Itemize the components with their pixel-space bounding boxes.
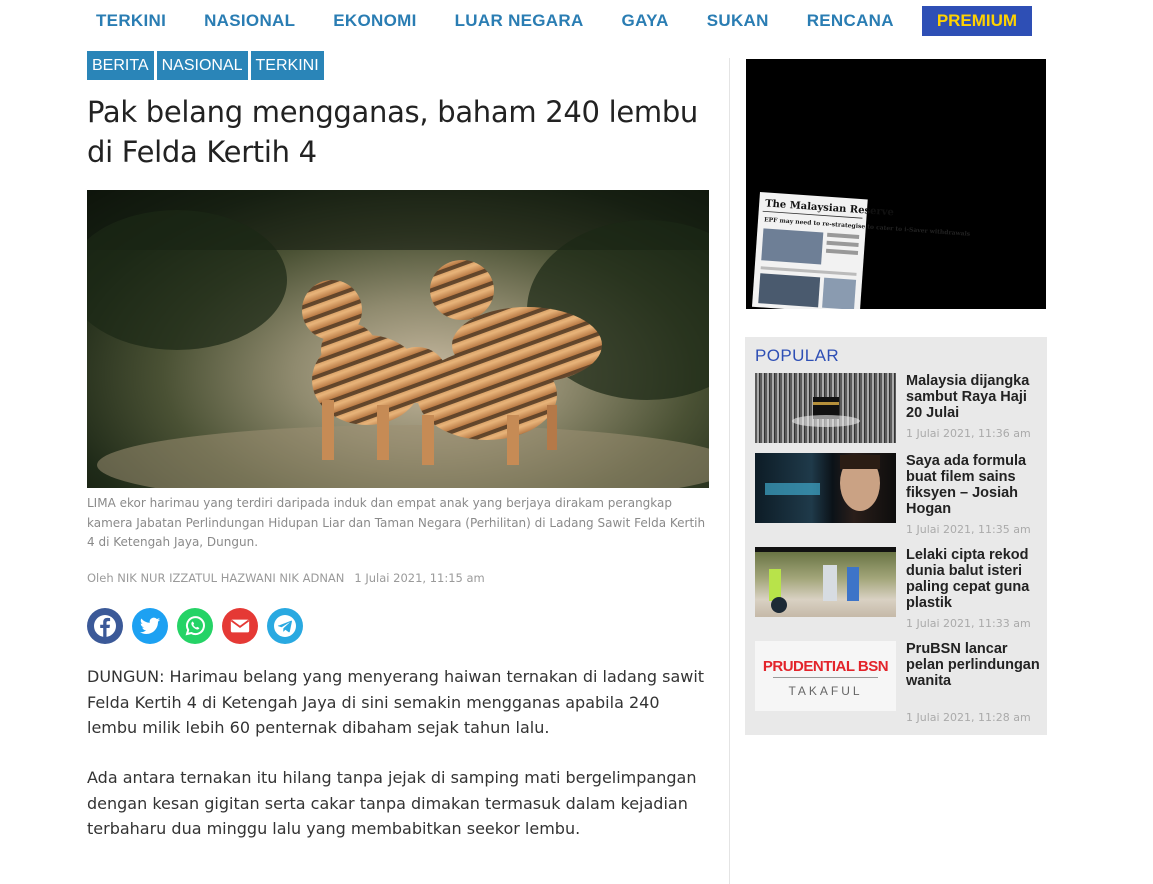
category-tags: BERITA NASIONAL TERKINI [87,51,327,80]
nav-item-nasional[interactable]: NASIONAL [204,11,295,31]
author-name: Oleh NIK NUR IZZATUL HAZWANI NIK ADNAN [87,571,345,585]
tag-terkini[interactable]: TERKINI [250,51,324,80]
publish-date: 1 Julai 2021, 11:15 am [354,571,485,585]
kaaba-image [792,397,860,427]
facebook-icon [94,615,116,637]
nav-item-gaya[interactable]: GAYA [622,11,669,31]
photo-caption: LIMA ekor harimau yang terdiri daripada … [87,496,706,549]
prudential-logo-text: PRUDENTIAL BSN [762,658,889,675]
nav-item-ekonomi[interactable]: EKONOMI [333,11,416,31]
twitter-icon [139,617,161,634]
article-byline: Oleh NIK NUR IZZATUL HAZWANI NIK ADNAN 1… [87,571,485,585]
takaful-logo-text: TAKAFUL [788,684,863,698]
popular-item-title: PruBSN lancar pelan perlindungan wanita [906,641,1040,689]
share-facebook-button[interactable] [87,608,123,644]
popular-item[interactable]: Saya ada formula buat filem sains fiksye… [755,453,1040,536]
popular-item-time: 1 Julai 2021, 11:28 am [906,711,1031,724]
popular-heading: POPULAR [755,346,840,365]
popular-item[interactable]: Lelaki cipta rekod dunia balut isteri pa… [755,547,1040,630]
popular-item-time: 1 Julai 2021, 11:33 am [906,617,1031,630]
share-buttons [87,608,303,644]
popular-item[interactable]: PRUDENTIAL BSN TAKAFUL PruBSN lancar pel… [755,641,1040,724]
popular-thumbnail [755,373,896,443]
popular-item-title: Malaysia dijangka sambut Raya Haji 20 Ju… [906,373,1030,421]
column-divider [729,58,730,884]
main-nav: TERKINI NASIONAL EKONOMI LUAR NEGARA GAY… [78,6,1033,36]
tag-nasional[interactable]: NASIONAL [156,51,248,80]
newspaper-ad-graphic: The Malaysian Reserve EPF may need to re… [751,192,971,309]
nav-item-sukan[interactable]: SUKAN [707,11,769,31]
article-photo [87,190,709,488]
popular-thumbnail [755,453,896,523]
nav-item-terkini[interactable]: TERKINI [96,11,166,31]
popular-item-title: Saya ada formula buat filem sains fiksye… [906,453,1027,517]
tigers-illustration [87,190,709,488]
popular-thumbnail [755,547,896,617]
advertisement-banner[interactable]: The Malaysian Reserve EPF may need to re… [746,59,1046,309]
world-record-image [755,547,896,613]
whatsapp-icon [185,616,205,636]
email-icon [230,619,250,633]
logo-divider [773,677,878,678]
share-whatsapp-button[interactable] [177,608,213,644]
film-poster-image [765,455,880,511]
article-paragraph: Ada antara ternakan itu hilang tanpa jej… [87,768,697,838]
article-paragraph: DUNGUN: Harimau belang yang menyerang ha… [87,667,705,737]
popular-item-time: 1 Julai 2021, 11:36 am [906,427,1031,440]
telegram-icon [274,615,296,637]
popular-thumbnail: PRUDENTIAL BSN TAKAFUL [755,641,896,711]
popular-item-title: Lelaki cipta rekod dunia balut isteri pa… [906,547,1030,611]
article-title: Pak belang mengganas, baham 240 lembu di… [87,95,699,169]
popular-section: POPULAR Malaysia dijangka sambut Raya Ha… [745,337,1047,735]
share-telegram-button[interactable] [267,608,303,644]
nav-item-rencana[interactable]: RENCANA [807,11,894,31]
popular-item-time: 1 Julai 2021, 11:35 am [906,523,1031,536]
nav-premium-button[interactable]: PREMIUM [921,6,1033,36]
popular-item[interactable]: Malaysia dijangka sambut Raya Haji 20 Ju… [755,373,1040,445]
nav-item-luar-negara[interactable]: LUAR NEGARA [455,11,584,31]
share-twitter-button[interactable] [132,608,168,644]
share-email-button[interactable] [222,608,258,644]
tag-berita[interactable]: BERITA [87,51,154,80]
